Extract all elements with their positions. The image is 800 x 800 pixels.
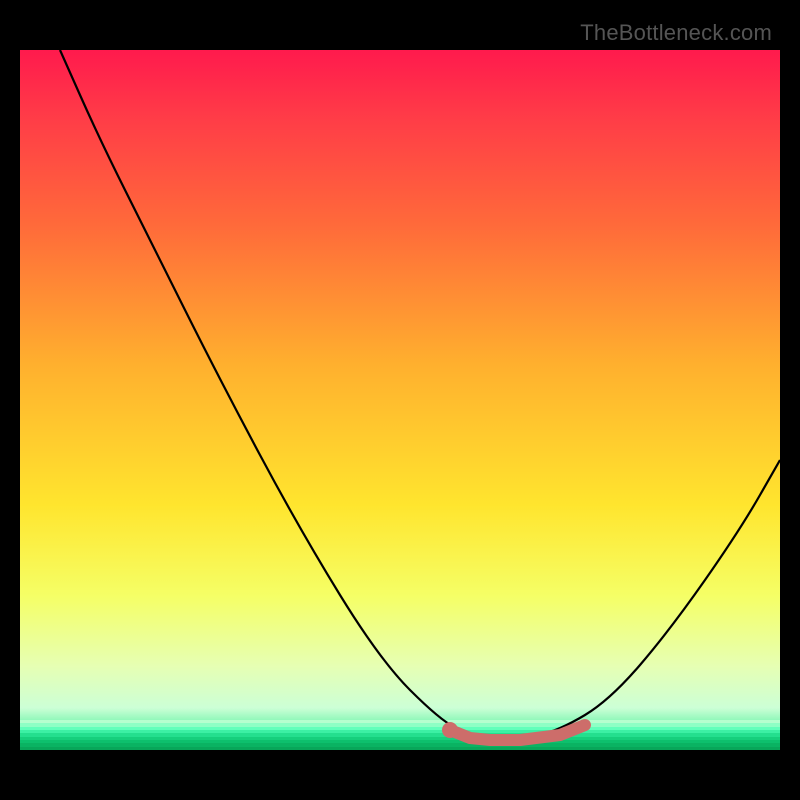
chart-frame: TheBottleneck.com <box>20 20 780 780</box>
watermark-text: TheBottleneck.com <box>580 20 772 46</box>
optimal-range-marker <box>20 50 780 750</box>
